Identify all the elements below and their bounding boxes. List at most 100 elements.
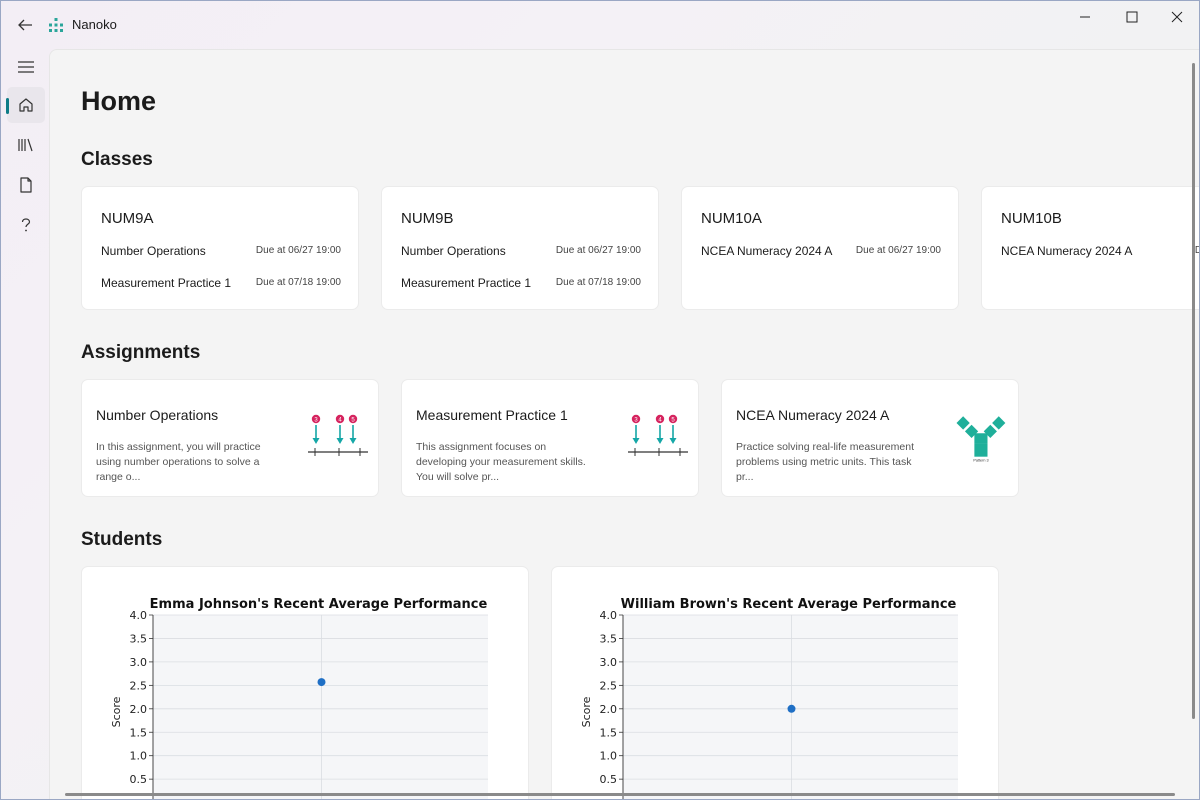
back-arrow-icon	[18, 19, 32, 31]
class-name: NUM9B	[401, 210, 454, 227]
close-icon	[1171, 11, 1183, 23]
arrow-head	[669, 438, 677, 444]
close-button[interactable]	[1154, 1, 1199, 33]
chart-title: William Brown's Recent Average Performan…	[621, 597, 957, 612]
class-assignment-name: Number Operations	[101, 244, 206, 258]
chart-title: Emma Johnson's Recent Average Performanc…	[150, 597, 488, 612]
app-logo-icon	[49, 18, 63, 32]
class-name: NUM9A	[101, 210, 154, 227]
nav-item-help[interactable]	[7, 207, 45, 243]
class-assignment-name: Measurement Practice 1	[101, 276, 232, 290]
y-tick-label: 1.5	[600, 726, 618, 739]
class-card[interactable]: NUM10B NCEA Numeracy 2024 A Due at 06/	[981, 186, 1199, 310]
performance-chart: Emma Johnson's Recent Average Performanc…	[110, 597, 488, 799]
y-tick-label: 3.5	[130, 632, 148, 645]
navigation-rail	[1, 49, 49, 799]
pattern-shape	[956, 416, 1006, 457]
data-point	[787, 704, 796, 713]
class-assignment-name: NCEA Numeracy 2024 A	[1001, 244, 1133, 258]
arrow-head	[656, 438, 664, 444]
nav-item-library[interactable]	[7, 127, 45, 163]
y-tick-label: 0.5	[130, 773, 148, 786]
title-bar: Nanoko	[1, 1, 1199, 49]
class-assignment-due: Due at 07/18 19:00	[255, 277, 341, 288]
assignment-thumbnail: Pattern 3	[956, 416, 1006, 462]
arrow-head	[312, 438, 320, 444]
class-assignment-row: NCEA Numeracy 2024 A Due at 06/	[1001, 244, 1199, 260]
class-assignment-row: Number Operations Due at 06/27 19:00	[401, 244, 641, 260]
back-button[interactable]	[11, 11, 39, 39]
nav-item-documents[interactable]	[7, 167, 45, 203]
assignment-card[interactable]: Measurement Practice 1 This assignment fo…	[401, 379, 699, 497]
class-assignment-due: Due at 07/18 19:00	[555, 277, 641, 288]
y-tick-label: 4.0	[130, 609, 148, 622]
class-assignment-row: Measurement Practice 1 Due at 07/18 19:00	[101, 276, 341, 292]
y-tick-label: 1.0	[130, 750, 148, 763]
app-window: Nanoko Home Classes NUM9A Number Operati…	[0, 0, 1200, 800]
assignment-description: This assignment focuses on developing yo…	[416, 441, 586, 483]
assignment-card[interactable]: Number Operations In this assignment, you…	[81, 379, 379, 497]
class-assignment-row: Number Operations Due at 06/27 19:00	[101, 244, 341, 260]
class-assignment-due: Due at 06/27 19:00	[855, 245, 941, 256]
y-axis-label: Score	[580, 696, 593, 727]
y-axis-label: Score	[110, 696, 123, 727]
class-assignment-due: Due at 06/27 19:00	[555, 245, 641, 256]
assignment-description: In this assignment, you will practice us…	[96, 441, 261, 483]
y-tick-label: 2.0	[130, 703, 148, 716]
assignment-title: Measurement Practice 1	[416, 407, 568, 423]
arrow-head	[336, 438, 344, 444]
classes-heading: Classes	[81, 149, 153, 170]
minimize-icon	[1080, 16, 1090, 18]
home-icon	[19, 98, 33, 112]
class-assignment-due: Due at 06/	[1195, 245, 1199, 256]
performance-chart: William Brown's Recent Average Performan…	[580, 597, 958, 799]
y-tick-label: 3.0	[130, 656, 148, 669]
class-card[interactable]: NUM9B Number Operations Due at 06/27 19:00…	[381, 186, 659, 310]
main-content: Home Classes NUM9A Number Operations Due a…	[49, 49, 1199, 799]
class-card[interactable]: NUM9A Number Operations Due at 06/27 19:00…	[81, 186, 359, 310]
class-name: NUM10B	[1001, 210, 1062, 227]
nav-item-home[interactable]	[7, 87, 45, 123]
assignment-title: NCEA Numeracy 2024 A	[736, 407, 890, 423]
document-icon	[20, 177, 32, 193]
class-assignment-name: Number Operations	[401, 244, 506, 258]
student-performance-card[interactable]: Emma Johnson's Recent Average Performanc…	[81, 566, 529, 799]
assignment-title: Number Operations	[96, 407, 219, 423]
class-assignment-name: NCEA Numeracy 2024 A	[701, 244, 833, 258]
arrow-head	[349, 438, 357, 444]
assignment-description: Practice solving real-life measurement p…	[736, 441, 914, 483]
y-tick-label: 3.5	[600, 632, 618, 645]
y-tick-label: 2.5	[600, 679, 618, 692]
class-assignment-due: Due at 06/27 19:00	[255, 245, 341, 256]
minimize-button[interactable]	[1062, 1, 1108, 33]
horizontal-scrollbar[interactable]	[65, 793, 1175, 796]
class-card[interactable]: NUM10A NCEA Numeracy 2024 A Due at 06/27 1…	[681, 186, 959, 310]
plot-area	[153, 615, 488, 799]
y-tick-label: 2.0	[600, 703, 618, 716]
maximize-button[interactable]	[1109, 1, 1155, 33]
maximize-icon	[1126, 11, 1138, 23]
pattern-caption: Pattern 3	[973, 458, 988, 462]
data-point	[317, 678, 326, 687]
menu-button[interactable]	[7, 49, 45, 85]
help-icon	[21, 218, 31, 232]
y-tick-label: 3.0	[600, 656, 618, 669]
page-title: Home	[81, 86, 157, 116]
app-title: Nanoko	[72, 17, 117, 32]
class-assignment-row: NCEA Numeracy 2024 A Due at 06/27 19:00	[701, 244, 941, 260]
class-assignment-name: Measurement Practice 1	[401, 276, 532, 290]
students-heading: Students	[81, 529, 163, 550]
menu-icon	[18, 61, 34, 73]
nav-active-indicator	[6, 98, 9, 114]
assignment-card[interactable]: NCEA Numeracy 2024 A Practice solving rea…	[721, 379, 1019, 497]
class-name: NUM10A	[701, 210, 762, 227]
vertical-scrollbar[interactable]	[1192, 63, 1195, 719]
assignments-heading: Assignments	[81, 342, 201, 363]
assignment-thumbnail: 345	[308, 414, 368, 456]
y-tick-label: 0.5	[600, 773, 618, 786]
y-tick-label: 1.5	[130, 726, 148, 739]
student-performance-card[interactable]: William Brown's Recent Average Performan…	[551, 566, 999, 799]
y-tick-label: 4.0	[600, 609, 618, 622]
class-assignment-row: Measurement Practice 1 Due at 07/18 19:00	[401, 276, 641, 292]
arrow-head	[632, 438, 640, 444]
